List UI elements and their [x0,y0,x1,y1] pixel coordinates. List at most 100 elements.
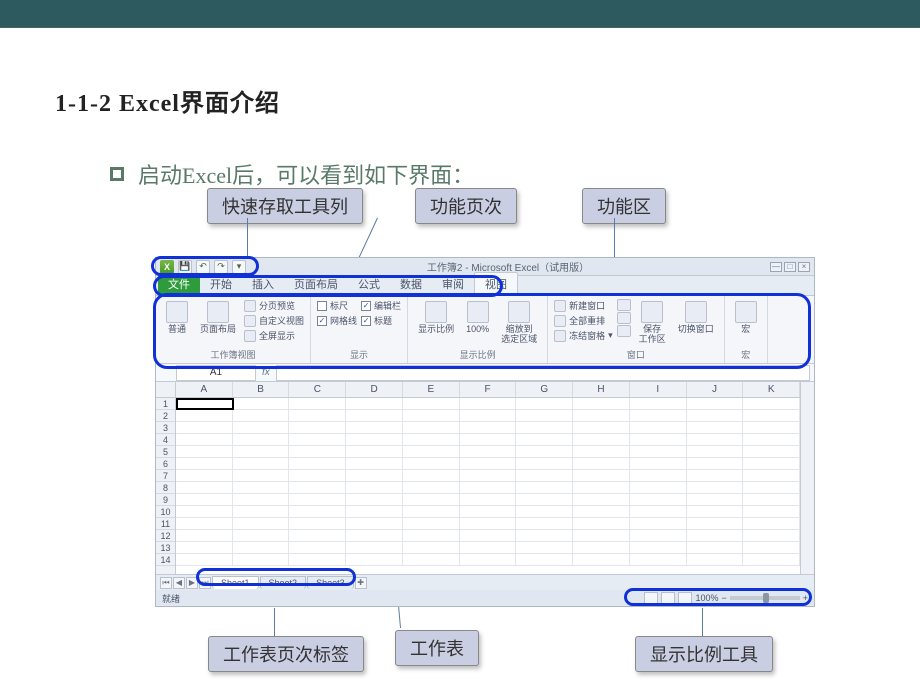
cell[interactable] [346,482,403,493]
vertical-scrollbar[interactable] [800,382,814,574]
cell[interactable] [346,506,403,517]
cell[interactable] [176,470,233,481]
cell[interactable] [289,458,346,469]
cells-area[interactable] [176,398,800,574]
cell[interactable] [233,494,290,505]
zoom-in-icon[interactable]: + [803,593,808,603]
cell[interactable] [743,506,800,517]
qat-dropdown-icon[interactable]: ▾ [232,260,246,274]
cell[interactable] [403,398,460,409]
maximize-icon[interactable]: □ [784,262,796,272]
cell[interactable] [289,518,346,529]
cell[interactable] [460,422,517,433]
cell[interactable] [289,434,346,445]
split-icon[interactable] [617,299,631,311]
cell[interactable] [233,410,290,421]
row-header[interactable]: 14 [156,554,175,566]
cell[interactable] [289,410,346,421]
column-header[interactable]: I [630,382,687,397]
close-icon[interactable]: × [798,262,810,272]
cell[interactable] [460,494,517,505]
cell[interactable] [516,494,573,505]
cell[interactable] [403,422,460,433]
row-header[interactable]: 12 [156,530,175,542]
btn-new-window[interactable]: 新建窗口 [554,299,613,312]
cell[interactable] [176,446,233,457]
cell[interactable] [176,410,233,421]
cell[interactable] [743,518,800,529]
cell[interactable] [687,470,744,481]
cell[interactable] [233,530,290,541]
btn-arrange-all[interactable]: 全部重排 [554,314,613,327]
row-header[interactable]: 11 [156,518,175,530]
cell[interactable] [176,542,233,553]
cell[interactable] [346,518,403,529]
btn-page-break[interactable]: 分页预览 [244,299,304,312]
cell[interactable] [743,458,800,469]
select-all-corner[interactable] [156,382,175,398]
zoom-thumb[interactable] [763,593,769,603]
cell[interactable] [233,482,290,493]
row-header[interactable]: 5 [156,446,175,458]
row-header[interactable]: 2 [156,410,175,422]
sheet-tab-2[interactable]: Sheet2 [260,576,307,589]
cell[interactable] [573,458,630,469]
cell[interactable] [573,422,630,433]
cell[interactable] [573,542,630,553]
cell[interactable] [403,470,460,481]
cell[interactable] [289,542,346,553]
column-header[interactable]: H [573,382,630,397]
cell[interactable] [346,542,403,553]
cell[interactable] [346,554,403,565]
column-header[interactable]: B [233,382,290,397]
cell[interactable] [516,422,573,433]
cell[interactable] [176,518,233,529]
view-pagelayout-icon[interactable] [661,592,675,604]
btn-switch-window[interactable]: 切换窗口 [674,299,718,337]
cell[interactable] [176,434,233,445]
row-header[interactable]: 10 [156,506,175,518]
btn-zoom-selection[interactable]: 缩放到 选定区域 [497,299,541,347]
hide-icon[interactable] [617,312,631,324]
sheet-tab-3[interactable]: Sheet3 [307,576,354,589]
cell[interactable] [346,494,403,505]
cell[interactable] [630,422,687,433]
column-header[interactable]: G [516,382,573,397]
chk-gridlines[interactable]: ✓网格线 [317,314,357,327]
cell[interactable] [630,398,687,409]
column-header[interactable]: C [289,382,346,397]
row-header[interactable]: 7 [156,470,175,482]
fx-icon[interactable]: fx [262,367,270,378]
cell[interactable] [743,446,800,457]
btn-normal-view[interactable]: 普通 [162,299,192,337]
cell[interactable] [460,554,517,565]
cell[interactable] [403,506,460,517]
column-header[interactable]: A [176,382,233,397]
cell[interactable] [403,530,460,541]
cell[interactable] [687,482,744,493]
cell[interactable] [687,422,744,433]
cell[interactable] [743,482,800,493]
cell[interactable] [346,410,403,421]
cell[interactable] [687,542,744,553]
cell[interactable] [687,554,744,565]
cell[interactable] [687,410,744,421]
cell[interactable] [176,506,233,517]
cell[interactable] [460,470,517,481]
cell[interactable] [516,482,573,493]
cell[interactable] [403,482,460,493]
row-header[interactable]: 3 [156,422,175,434]
cell[interactable] [346,470,403,481]
cell[interactable] [630,410,687,421]
cell[interactable] [460,410,517,421]
btn-save-workspace[interactable]: 保存 工作区 [635,299,670,347]
cell[interactable] [403,542,460,553]
name-box[interactable]: A1 [176,365,256,381]
cell[interactable] [630,434,687,445]
tab-formula[interactable]: 公式 [348,273,390,295]
row-header[interactable]: 1 [156,398,175,410]
cell[interactable] [289,470,346,481]
cell[interactable] [403,458,460,469]
cell[interactable] [516,506,573,517]
formula-bar[interactable] [276,365,810,381]
